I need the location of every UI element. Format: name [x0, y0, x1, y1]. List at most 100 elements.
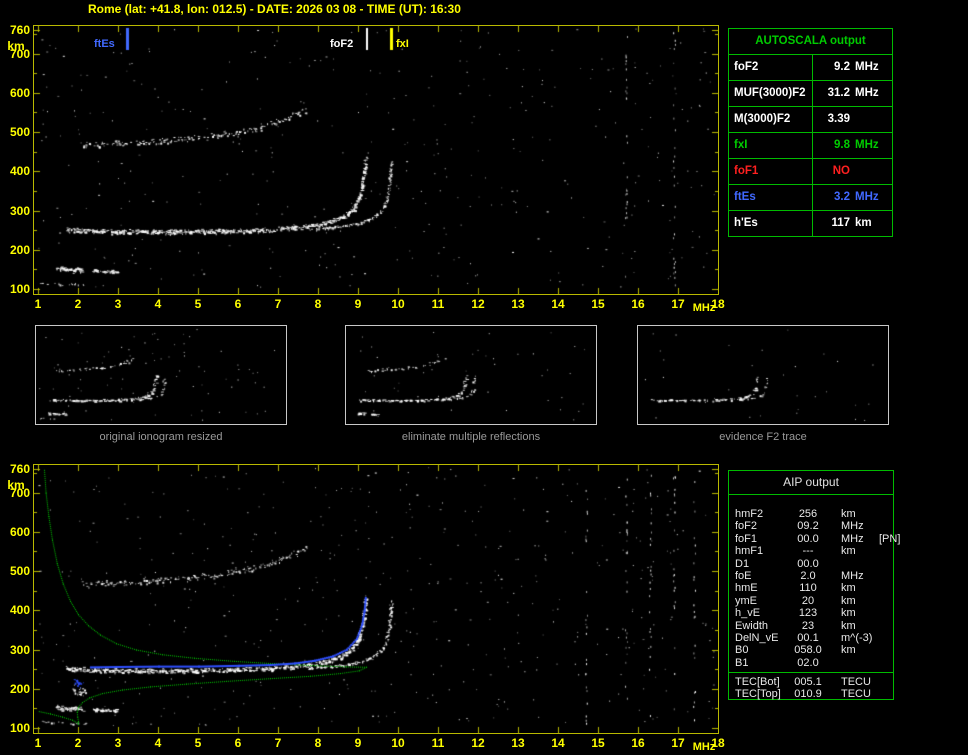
autoscala-row-foF1: foF1 NO [729, 159, 892, 185]
aip-param-flag [875, 688, 893, 701]
aip-param-unit: MHz [841, 532, 864, 545]
aip-row-tec-bot: TEC[Bot] 005.1 TECU [729, 676, 893, 688]
y-tick-label: 760 [9, 23, 30, 38]
aip-row-D1: D1 00.0 [729, 558, 893, 570]
y-tick-label: 200 [9, 681, 30, 696]
x-tick-label: 15 [591, 736, 605, 750]
aip-row-B1: B1 02.0 [729, 657, 893, 669]
x-tick-label: 10 [391, 297, 405, 311]
param-value-cell: 9.2 MHz [813, 55, 892, 80]
param-value-cell: 117 km [813, 211, 892, 236]
aip-param-value: 123 [798, 607, 818, 620]
top-ionogram-plot: ftEs foF2 fxI 760 700 600 500 400 300 200 100 km… [7, 23, 724, 314]
aip-row-hmF2: hmF2 256 km [729, 508, 893, 520]
param-label: foF2 [729, 55, 813, 80]
thumb-caption-evidence: evidence F2 trace [719, 431, 807, 443]
param-value: 31.2 [827, 87, 850, 99]
aip-param-unit: MHz [841, 520, 864, 533]
x-tick-label: 11 [431, 297, 445, 311]
aip-tec-divider [729, 672, 893, 674]
param-value: 3.39 [827, 113, 850, 125]
y-tick-label: 600 [9, 85, 30, 100]
aip-param-flag [875, 558, 893, 571]
x-tick-label: 16 [631, 736, 645, 750]
aip-param-label: hmF2 [735, 508, 764, 520]
autoscala-row-foF2: foF2 9.2 MHz [729, 55, 892, 81]
thumb-eliminate-canvas [346, 326, 596, 424]
y-tick-label: 500 [9, 564, 30, 579]
aip-param-value: 256 [798, 508, 818, 520]
ftEs-marker-label: ftEs [94, 38, 115, 50]
aip-param-flag [875, 632, 893, 645]
aip-param-value: 23 [801, 619, 815, 632]
autoscala-output-title: AUTOSCALA output [729, 29, 892, 55]
y-tick-label: 400 [9, 603, 30, 618]
x-tick-label: 12 [471, 297, 485, 311]
aip-param-unit: km [841, 607, 856, 620]
aip-param-flag [875, 644, 893, 657]
aip-row-DelN_vE: DelN_vE 00.1 m^(-3) [729, 632, 893, 644]
param-value: 117 [831, 217, 850, 229]
x-tick-label: 13 [511, 297, 525, 311]
aip-param-value: 00.1 [797, 631, 819, 644]
aip-param-flag [875, 545, 893, 558]
bottom-ionogram-canvas [34, 465, 718, 733]
aip-row-foF1: foF1 00.0 MHz [PN] [729, 532, 900, 545]
aip-param-label: B0 [735, 644, 749, 657]
y-axis-unit-label: km [7, 478, 25, 493]
x-tick-label: 3 [114, 736, 122, 750]
aip-param-unit: km [841, 594, 856, 607]
y-axis-unit-label: km [7, 39, 25, 54]
aip-param-value: 02.0 [797, 656, 819, 669]
x-tick-label: 9 [354, 297, 362, 311]
aip-param-unit: km [841, 582, 856, 595]
aip-row-foF2: foF2 09.2 MHz [729, 520, 893, 532]
x-tick-label: 16 [631, 297, 645, 311]
aip-param-label: D1 [735, 557, 750, 570]
aip-param-value: 09.2 [797, 520, 819, 533]
aip-row-Ewidth: Ewidth 23 km [729, 620, 893, 632]
aip-param-unit [823, 657, 875, 670]
aip-param-label: hmF1 [735, 545, 764, 558]
param-value-cell: 9.8 MHz [813, 133, 892, 158]
aip-param-label: foF1 [735, 532, 758, 545]
x-tick-label: 13 [511, 736, 525, 750]
param-unit: km [855, 217, 872, 229]
aip-row-h_vE: h_vE 123 km [729, 607, 893, 619]
fxI-marker-label: fxI [396, 38, 409, 50]
aip-rows: hmF2 256 km foF2 09.2 MHz foF1 00.0 MHz [PN] hm… [729, 495, 900, 701]
aip-param-value: 110 [799, 582, 817, 595]
aip-param-label: foF2 [735, 520, 758, 533]
aip-param-unit: km [841, 508, 856, 520]
y-tick-label: 600 [9, 524, 30, 539]
x-tick-label: 7 [274, 736, 282, 750]
aip-row-B0: B0 058.0 km [729, 644, 893, 656]
aip-param-label: TEC[Top] [735, 688, 781, 701]
aip-param-value: 00.0 [797, 532, 819, 545]
aip-param-label: B1 [735, 656, 749, 669]
thumb-original-ionogram [35, 325, 287, 425]
param-label: foF1 [729, 159, 813, 184]
x-tick-label: 2 [74, 736, 82, 750]
aip-param-flag [875, 570, 893, 583]
x-tick-label: 8 [314, 297, 322, 311]
param-label: h'Es [729, 211, 813, 236]
autoscala-output-panel: AUTOSCALA output foF2 9.2 MHz MUF(3000)F2… [728, 28, 893, 237]
aip-row-hmF1: hmF1 --- km [729, 545, 893, 557]
param-unit: MHz [855, 87, 879, 99]
x-tick-label: 15 [591, 297, 605, 311]
aip-param-label: ymE [735, 594, 757, 607]
param-value-cell: NO [813, 159, 892, 184]
aip-param-flag [875, 595, 893, 608]
param-unit: MHz [855, 139, 879, 151]
param-label: MUF(3000)F2 [729, 81, 813, 106]
aip-param-flag [875, 582, 893, 595]
thumb-evidence-canvas [638, 326, 888, 424]
param-value-cell: 3.2 MHz [813, 185, 892, 210]
aip-param-flag [875, 676, 893, 689]
x-tick-label: 4 [154, 297, 162, 311]
param-value: 3.2 [834, 191, 850, 203]
aip-param-flag [875, 520, 893, 533]
x-tick-label: 11 [431, 736, 445, 750]
aip-param-flag [875, 620, 893, 633]
